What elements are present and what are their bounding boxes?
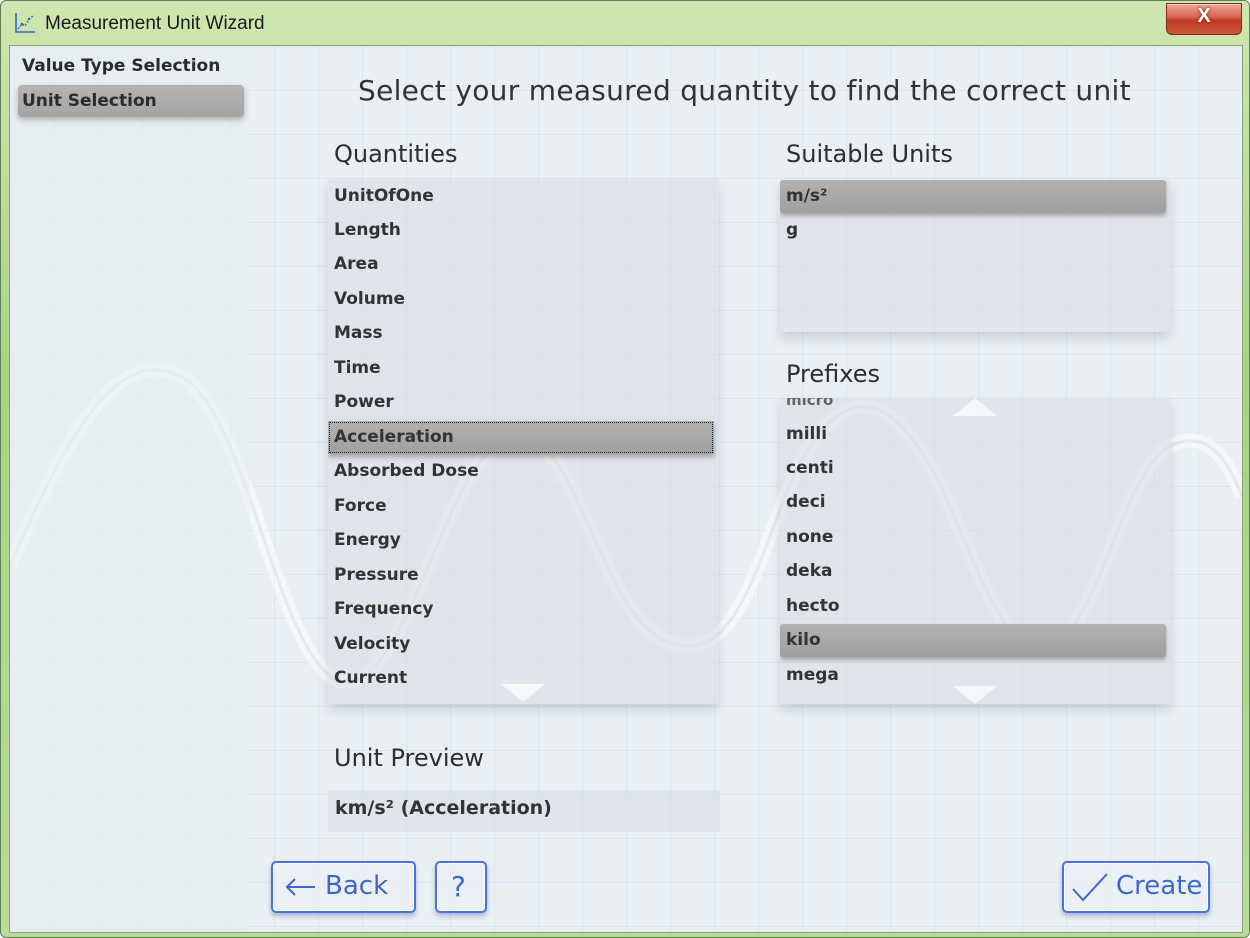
list-item[interactable]: none — [780, 521, 1170, 554]
list-item[interactable]: Pressure — [328, 559, 718, 592]
close-icon: X — [1197, 5, 1211, 27]
wizard-steps-sidebar: Value Type Selection Unit Selection — [10, 46, 250, 932]
list-item-selected[interactable]: kilo — [780, 624, 1166, 657]
list-item[interactable]: Force — [328, 490, 718, 523]
list-item[interactable]: Power — [328, 386, 718, 419]
create-button[interactable]: Create — [1062, 861, 1210, 913]
list-item[interactable]: Energy — [328, 524, 718, 557]
list-item[interactable]: Area — [328, 248, 718, 281]
page-heading: Select your measured quantity to find th… — [358, 74, 1131, 107]
quantities-title: Quantities — [334, 140, 458, 168]
list-item[interactable]: UnitOfOne — [328, 180, 718, 213]
list-item[interactable]: Velocity — [328, 628, 718, 661]
help-button[interactable]: ? — [435, 861, 487, 913]
scroll-down-icon[interactable] — [501, 684, 545, 702]
unit-preview-title: Unit Preview — [334, 744, 484, 772]
quantities-list[interactable]: UnitOfOne Length Area Volume Mass Time P… — [328, 180, 718, 704]
list-item[interactable]: deci — [780, 486, 1170, 519]
list-item-selected[interactable]: m/s² — [780, 180, 1166, 213]
unit-preview-box: km/s² (Acceleration) — [328, 790, 720, 832]
suitable-units-list[interactable]: m/s² g — [780, 180, 1170, 332]
chart-icon — [15, 13, 35, 33]
window-title: Measurement Unit Wizard — [45, 13, 265, 34]
arrow-left-icon — [285, 878, 315, 896]
wizard-window: Measurement Unit Wizard X Value Type Sel… — [0, 0, 1250, 938]
wizard-client: Value Type Selection Unit Selection Sele… — [9, 45, 1243, 933]
list-item[interactable]: hecto — [780, 590, 1170, 623]
help-icon: ? — [451, 870, 466, 903]
step-label: Value Type Selection — [22, 56, 221, 76]
list-item[interactable]: Volume — [328, 283, 718, 316]
back-button[interactable]: Back — [271, 861, 416, 913]
title-bar[interactable]: Measurement Unit Wizard X — [1, 1, 1249, 45]
list-item[interactable]: Frequency — [328, 593, 718, 626]
step-unit-selection[interactable]: Unit Selection — [18, 85, 244, 117]
scroll-down-icon[interactable] — [953, 686, 997, 704]
list-item[interactable]: Absorbed Dose — [328, 455, 718, 488]
step-label: Unit Selection — [22, 91, 157, 111]
unit-preview-value: km/s² (Acceleration) — [335, 797, 552, 819]
back-label: Back — [325, 871, 389, 901]
suitable-units-title: Suitable Units — [786, 140, 953, 168]
prefixes-title: Prefixes — [786, 360, 881, 388]
close-button[interactable]: X — [1166, 3, 1242, 35]
list-item[interactable]: milli — [780, 418, 1170, 451]
step-value-type-selection[interactable]: Value Type Selection — [18, 50, 244, 82]
list-item-selected[interactable]: Acceleration — [328, 421, 714, 454]
create-label: Create — [1116, 871, 1203, 901]
list-item[interactable]: deka — [780, 555, 1170, 588]
scroll-up-icon[interactable] — [953, 398, 997, 416]
list-item[interactable]: Time — [328, 352, 718, 385]
list-item[interactable]: centi — [780, 452, 1170, 485]
list-item[interactable]: Mass — [328, 317, 718, 350]
list-item[interactable]: Length — [328, 214, 718, 247]
prefixes-list[interactable]: micro milli centi deci none deka hecto k… — [780, 398, 1170, 704]
checkmark-icon — [1072, 873, 1108, 902]
list-item[interactable]: g — [780, 214, 1170, 247]
